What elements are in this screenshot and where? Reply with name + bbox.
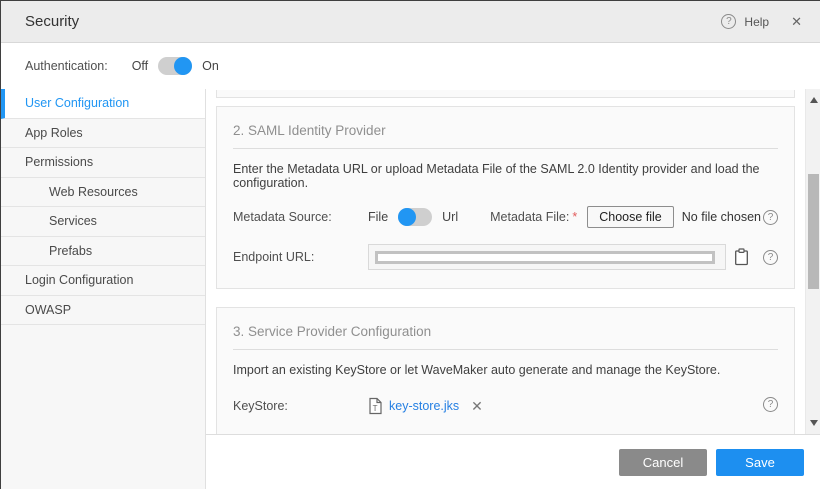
scrollbar-thumb[interactable]	[808, 174, 819, 289]
auth-off-label: Off	[132, 59, 148, 73]
authentication-toggle[interactable]	[158, 57, 192, 75]
redacted-url-value	[375, 251, 715, 264]
svg-text:T: T	[373, 404, 378, 413]
dialog-footer: Cancel Save	[206, 434, 820, 489]
metadata-source-label: Metadata Source:	[233, 210, 368, 224]
scroll-down-icon[interactable]	[806, 416, 820, 430]
cancel-button[interactable]: Cancel	[619, 449, 707, 476]
remove-keystore-icon[interactable]: ✕	[471, 398, 483, 415]
file-text-icon: T	[368, 397, 383, 415]
sidebar-item-web-resources[interactable]: Web Resources	[1, 178, 205, 208]
auth-on-label: On	[202, 59, 219, 73]
required-asterisk: *	[572, 210, 577, 224]
section-title: 2. SAML Identity Provider	[233, 119, 778, 148]
endpoint-url-row: Endpoint URL: ?	[233, 244, 778, 270]
sidebar: User Configuration App Roles Permissions…	[1, 89, 206, 489]
url-option-label: Url	[442, 210, 458, 224]
sidebar-item-app-roles[interactable]: App Roles	[1, 119, 205, 149]
section-description: Enter the Metadata URL or upload Metadat…	[233, 162, 778, 190]
sidebar-item-login-configuration[interactable]: Login Configuration	[1, 266, 205, 296]
scroll-up-icon[interactable]	[806, 93, 820, 107]
endpoint-help-icon[interactable]: ?	[763, 250, 778, 265]
keystore-file-link[interactable]: key-store.jks	[389, 399, 459, 413]
sidebar-item-owasp[interactable]: OWASP	[1, 296, 205, 326]
sidebar-item-prefabs[interactable]: Prefabs	[1, 237, 205, 267]
keystore-help-icon[interactable]: ?	[763, 397, 778, 412]
toggle-knob	[174, 57, 192, 75]
choose-file-button[interactable]: Choose file	[587, 206, 674, 228]
endpoint-url-input[interactable]	[368, 244, 726, 270]
security-dialog: Security ? Help ✕ Authentication: Off On…	[0, 0, 820, 489]
saml-identity-provider-section: 2. SAML Identity Provider Enter the Meta…	[216, 106, 795, 289]
vertical-scrollbar[interactable]	[805, 89, 820, 434]
close-icon[interactable]: ✕	[791, 14, 802, 30]
sidebar-item-services[interactable]: Services	[1, 207, 205, 237]
service-provider-configuration-section: 3. Service Provider Configuration Import…	[216, 307, 795, 434]
dialog-header: Security ? Help ✕	[1, 1, 820, 43]
section-divider	[233, 148, 778, 149]
keystore-label: KeyStore:	[233, 399, 368, 413]
save-button[interactable]: Save	[716, 449, 804, 476]
toggle-knob	[398, 208, 416, 226]
section-description: Import an existing KeyStore or let WaveM…	[233, 363, 778, 377]
sidebar-item-permissions[interactable]: Permissions	[1, 148, 205, 178]
scroll-area: 2. SAML Identity Provider Enter the Meta…	[206, 89, 820, 434]
authentication-label: Authentication:	[25, 59, 108, 73]
sidebar-item-user-configuration[interactable]: User Configuration	[1, 89, 205, 119]
endpoint-url-label: Endpoint URL:	[233, 250, 368, 264]
metadata-source-row: Metadata Source: File Url Metadata File:…	[233, 206, 778, 228]
help-link[interactable]: Help	[744, 15, 769, 29]
metadata-help-icon[interactable]: ?	[763, 210, 778, 225]
file-option-label: File	[368, 210, 388, 224]
authentication-row: Authentication: Off On	[1, 43, 820, 89]
previous-section-partial	[216, 90, 795, 98]
page-title: Security	[25, 13, 79, 30]
metadata-source-toggle[interactable]	[398, 208, 432, 226]
help-icon[interactable]: ?	[721, 14, 736, 29]
copy-icon[interactable]	[734, 248, 749, 266]
section-title: 3. Service Provider Configuration	[233, 320, 778, 349]
section-divider	[233, 349, 778, 350]
file-chosen-status: No file chosen	[682, 210, 761, 224]
keystore-row: KeyStore: T key-store.jks ✕ ?	[233, 397, 778, 415]
metadata-file-label: Metadata File:*	[490, 210, 577, 224]
